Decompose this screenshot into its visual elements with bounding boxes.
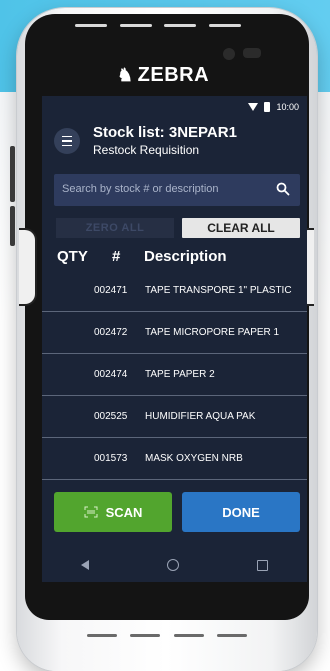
stock-number: 002474	[94, 369, 128, 380]
table-row[interactable]: 002471 TAPE TRANSPORE 1" PLASTIC	[42, 270, 307, 312]
clear-all-button[interactable]: CLEAR ALL	[182, 218, 300, 238]
stock-list: 002471 TAPE TRANSPORE 1" PLASTIC 002472 …	[42, 270, 307, 480]
zebra-logo: ♞ ZEBRA	[117, 64, 209, 87]
table-row[interactable]: 002525 HUMIDIFIER AQUA PAK	[42, 396, 307, 438]
done-button[interactable]: DONE	[182, 492, 300, 532]
column-qty: QTY	[57, 248, 88, 265]
battery-icon	[264, 102, 271, 112]
done-label: DONE	[222, 504, 260, 520]
search-icon[interactable]	[276, 182, 290, 196]
app-bar: Stock list: 3NEPAR1 Restock Requisition	[42, 118, 307, 166]
stock-description: TAPE TRANSPORE 1" PLASTIC	[145, 285, 292, 296]
stock-description: HUMIDIFIER AQUA PAK	[145, 411, 256, 422]
status-time: 10:00	[276, 102, 299, 112]
stock-number: 002471	[94, 285, 128, 296]
stock-number: 002525	[94, 411, 128, 422]
home-icon[interactable]	[167, 559, 179, 571]
scan-label: SCAN	[105, 504, 143, 520]
left-scan-trigger[interactable]	[19, 228, 37, 306]
brand-name: ZEBRA	[137, 64, 210, 86]
stock-number: 002472	[94, 327, 128, 338]
column-description: Description	[144, 248, 227, 265]
device-screen: 10:00 Stock list: 3NEPAR1 Restock Requis…	[42, 96, 307, 582]
speaker-grille-bottom	[87, 630, 247, 640]
barcode-scan-icon	[84, 506, 98, 518]
menu-icon	[62, 135, 72, 138]
stock-description: TAPE PAPER 2	[145, 369, 215, 380]
menu-button[interactable]	[54, 128, 80, 154]
status-bar: 10:00	[42, 96, 307, 118]
recent-apps-icon[interactable]	[257, 559, 268, 571]
speaker-grille-top	[75, 20, 241, 30]
scan-button[interactable]: SCAN	[54, 492, 172, 532]
side-button-lower[interactable]	[10, 206, 15, 246]
sensor	[243, 48, 261, 58]
stock-number: 001573	[94, 453, 128, 464]
stock-description: TAPE MICROPORE PAPER 1	[145, 327, 280, 338]
table-row[interactable]: 002474 TAPE PAPER 2	[42, 354, 307, 396]
page-title: Stock list: 3NEPAR1	[93, 124, 237, 141]
table-row[interactable]: 002472 TAPE MICROPORE PAPER 1	[42, 312, 307, 354]
zebra-head-icon: ♞	[117, 65, 134, 85]
back-icon[interactable]	[81, 560, 89, 570]
android-nav-bar	[42, 548, 307, 582]
table-header: QTY # Description	[42, 244, 307, 268]
wifi-icon	[248, 103, 259, 111]
search-placeholder: Search by stock # or description	[62, 183, 219, 195]
page-subtitle: Restock Requisition	[93, 143, 200, 157]
stock-description: MASK OXYGEN NRB	[145, 453, 243, 464]
zero-all-button[interactable]: ZERO ALL	[56, 218, 174, 238]
search-input[interactable]: Search by stock # or description	[54, 174, 300, 206]
side-button-upper[interactable]	[10, 146, 15, 202]
column-number: #	[112, 248, 121, 265]
front-camera	[223, 48, 235, 60]
table-row[interactable]: 001573 MASK OXYGEN NRB	[42, 438, 307, 480]
